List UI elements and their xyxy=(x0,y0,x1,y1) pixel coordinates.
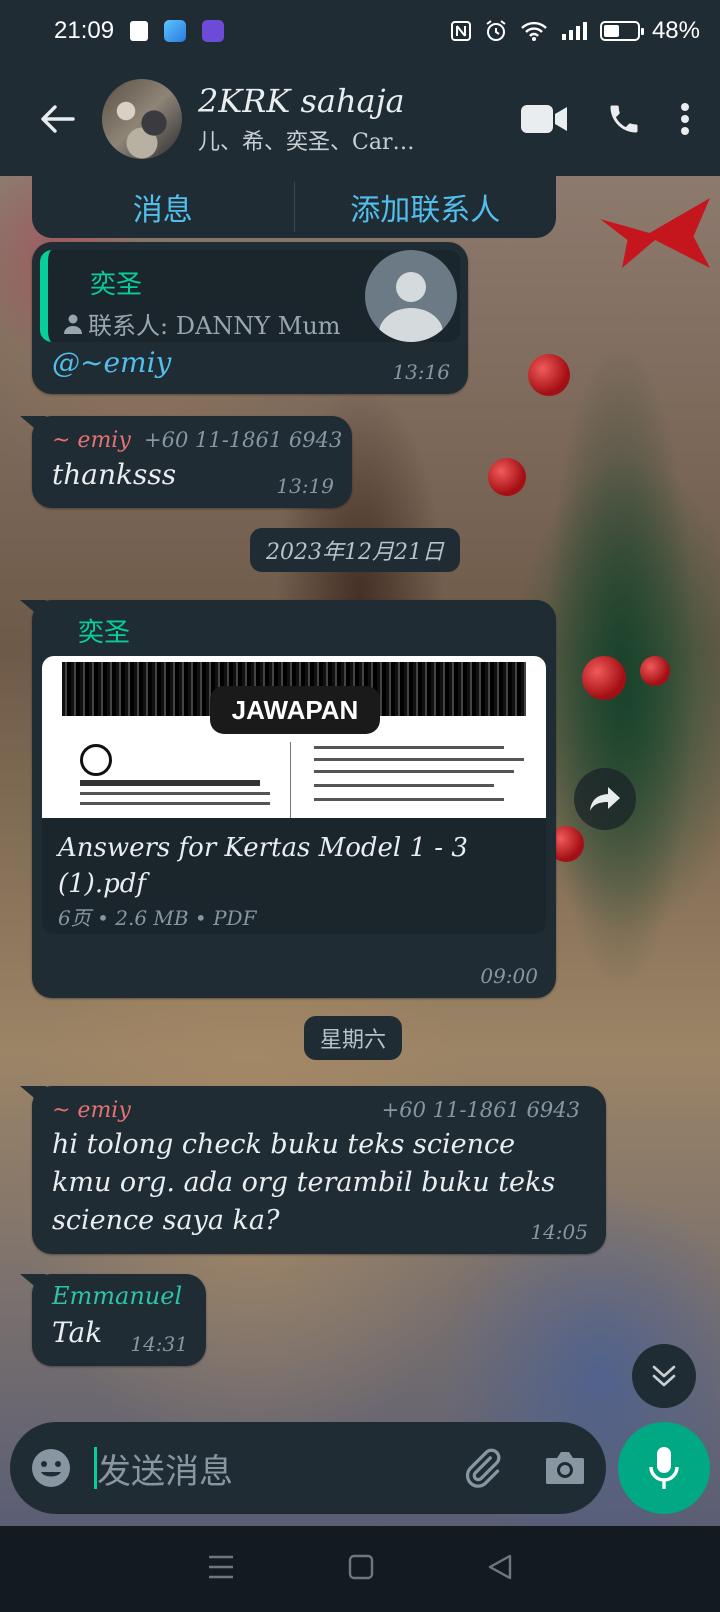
message-bubble[interactable]: 奕圣 JAWAPAN Answers for Kertas Model 1 - … xyxy=(32,600,556,998)
video-call-button[interactable] xyxy=(520,103,568,135)
paperclip-icon xyxy=(465,1448,501,1488)
camera-button[interactable] xyxy=(544,1450,586,1486)
triangle-back-icon xyxy=(489,1554,512,1580)
message-time: 14:31 xyxy=(130,1332,188,1356)
home-button[interactable] xyxy=(348,1554,374,1584)
message-bubble[interactable]: ~ emiy +60 11-1861 6943 hi tolong check … xyxy=(32,1086,606,1254)
group-info[interactable]: 2KRK sahaja 儿、希、奕圣、Car… xyxy=(198,82,438,156)
message-bubble[interactable]: 奕圣 联系人: DANNY Mum @~emiy 13:16 xyxy=(32,242,468,394)
contact-card-actions: 消息 添加联系人 xyxy=(32,176,556,238)
arrow-left-icon xyxy=(41,105,75,133)
document-preview[interactable]: JAWAPAN xyxy=(42,656,546,818)
document-info[interactable]: Answers for Kertas Model 1 - 3 (1).pdf 6… xyxy=(42,818,546,934)
recent-apps-button[interactable] xyxy=(207,1554,235,1584)
document-meta: 6页 • 2.6 MB • PDF xyxy=(58,906,257,930)
person-icon xyxy=(64,314,82,334)
home-square-icon xyxy=(348,1554,374,1580)
forward-arrow-icon xyxy=(590,787,620,811)
message-sender: 奕圣 xyxy=(78,618,131,648)
camera-icon xyxy=(546,1452,584,1484)
menu-icon xyxy=(208,1555,233,1579)
message-contact-button[interactable]: 消息 xyxy=(32,176,294,238)
group-members: 儿、希、奕圣、Car… xyxy=(198,130,415,155)
emoji-icon xyxy=(32,1449,70,1487)
jawapan-label: JAWAPAN xyxy=(210,686,380,734)
chat-header: 2KRK sahaja 儿、希、奕圣、Car… xyxy=(0,62,720,176)
add-contact-button[interactable]: 添加联系人 xyxy=(295,176,557,238)
document-filename: Answers for Kertas Model 1 - 3 (1).pdf xyxy=(58,833,468,899)
message-time: 09:00 xyxy=(480,964,538,988)
signal-icon xyxy=(561,22,587,40)
microphone-icon xyxy=(649,1447,679,1489)
sender-phone: +60 11-1861 6943 xyxy=(144,428,343,452)
message-text: Tak xyxy=(52,1316,103,1349)
wifi-icon xyxy=(521,21,547,41)
forward-button[interactable] xyxy=(574,768,636,830)
mention-link[interactable]: @~emiy xyxy=(52,346,171,379)
game-controller-icon xyxy=(202,20,225,42)
emoji-button[interactable] xyxy=(30,1447,72,1489)
app-notification-icon xyxy=(164,20,187,42)
system-back-button[interactable] xyxy=(487,1553,513,1585)
date-separator: 2023年12月21日 xyxy=(250,528,460,572)
scroll-to-bottom-button[interactable] xyxy=(632,1344,696,1408)
message-time: 13:19 xyxy=(276,474,334,498)
voice-call-button[interactable] xyxy=(606,101,642,137)
message-time: 14:05 xyxy=(530,1220,588,1244)
message-bubble[interactable]: ~ emiy +60 11-1861 6943 thanksss 13:19 xyxy=(32,416,352,508)
date-separator: 星期六 xyxy=(304,1016,403,1060)
attach-button[interactable] xyxy=(460,1446,504,1490)
alarm-icon xyxy=(486,20,506,41)
contact-avatar xyxy=(365,250,457,342)
message-composer: 发送消息 xyxy=(10,1422,606,1514)
quoted-contact[interactable]: 奕圣 联系人: DANNY Mum xyxy=(40,250,460,342)
phone-icon xyxy=(610,105,638,133)
message-text: hi tolong check buku teks science kmu or… xyxy=(52,1129,556,1236)
sender-phone: +60 11-1861 6943 xyxy=(381,1098,580,1122)
more-vertical-icon xyxy=(681,103,689,135)
message-input[interactable]: 发送消息 xyxy=(97,1444,460,1493)
message-list[interactable]: 消息 添加联系人 奕圣 联系人: DANNY Mum @~emiy 13:16 … xyxy=(0,176,720,1526)
shopping-bag-icon xyxy=(130,21,149,41)
group-name: 2KRK sahaja xyxy=(198,82,405,120)
quoted-contact-label: 联系人: DANNY Mum xyxy=(64,306,341,341)
video-camera-icon xyxy=(521,105,567,133)
quoted-sender: 奕圣 xyxy=(90,270,143,300)
status-bar: 21:09 48% xyxy=(0,0,720,62)
message-time: 13:16 xyxy=(392,360,450,384)
battery-percent: 48% xyxy=(651,17,700,44)
nfc-icon xyxy=(450,21,471,41)
message-sender: ~ emiy xyxy=(52,428,131,453)
group-avatar[interactable] xyxy=(102,79,182,159)
status-time: 21:09 xyxy=(54,17,115,44)
voice-message-button[interactable] xyxy=(618,1422,710,1514)
message-sender: ~ emiy xyxy=(52,1098,131,1123)
system-navigation-bar xyxy=(0,1526,720,1612)
message-bubble[interactable]: Emmanuel Tak 14:31 xyxy=(32,1274,206,1366)
message-sender: Emmanuel xyxy=(52,1282,183,1310)
battery-icon xyxy=(599,21,644,41)
back-button[interactable] xyxy=(22,84,92,154)
double-chevron-down-icon xyxy=(652,1365,676,1387)
message-text: thanksss xyxy=(52,458,177,491)
more-options-button[interactable] xyxy=(680,102,690,136)
